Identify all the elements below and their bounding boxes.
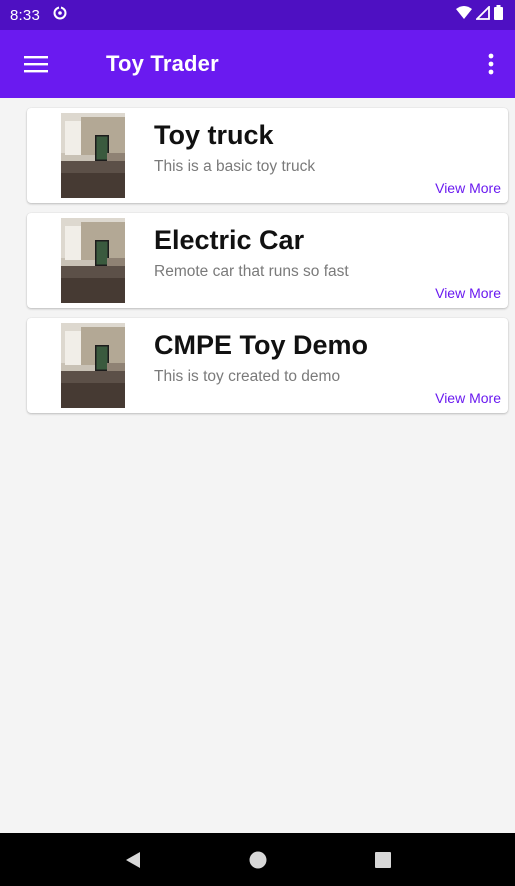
home-icon[interactable]	[238, 840, 278, 880]
status-bar: 8:33	[0, 0, 515, 30]
toy-thumbnail	[61, 323, 125, 408]
toy-thumbnail	[61, 218, 125, 303]
toy-card[interactable]: Electric Car Remote car that runs so fas…	[27, 213, 508, 308]
view-more-link[interactable]: View More	[435, 390, 501, 406]
app-bar: Toy Trader	[0, 30, 515, 98]
status-right	[456, 4, 503, 25]
hamburger-menu-icon[interactable]	[24, 36, 80, 92]
view-more-link[interactable]: View More	[435, 180, 501, 196]
toy-description: This is toy created to demo	[154, 368, 341, 385]
view-more-link[interactable]: View More	[435, 285, 501, 301]
cell-signal-icon	[474, 4, 490, 25]
recents-icon[interactable]	[363, 840, 403, 880]
screen: 8:33 Toy Trader Toy truck This is a basi…	[0, 0, 515, 886]
toy-description: Remote car that runs so fast	[154, 263, 349, 280]
status-left: 8:33	[10, 5, 68, 26]
toy-title: CMPE Toy Demo	[154, 330, 369, 360]
battery-icon	[494, 5, 503, 25]
toy-list: Toy truck This is a basic toy truck View…	[27, 108, 508, 423]
toy-thumbnail	[61, 113, 125, 198]
app-title: Toy Trader	[106, 51, 219, 76]
status-time: 8:33	[10, 6, 40, 24]
data-saver-icon	[52, 5, 68, 26]
toy-card[interactable]: CMPE Toy Demo This is toy created to dem…	[27, 318, 508, 413]
toy-title: Electric Car	[154, 225, 305, 255]
navigation-bar	[0, 833, 515, 886]
toy-description: This is a basic toy truck	[154, 158, 316, 175]
more-vert-icon[interactable]	[471, 36, 511, 92]
toy-title: Toy truck	[154, 120, 274, 150]
toy-card[interactable]: Toy truck This is a basic toy truck View…	[27, 108, 508, 203]
back-icon[interactable]	[113, 840, 153, 880]
wifi-icon	[456, 5, 472, 25]
